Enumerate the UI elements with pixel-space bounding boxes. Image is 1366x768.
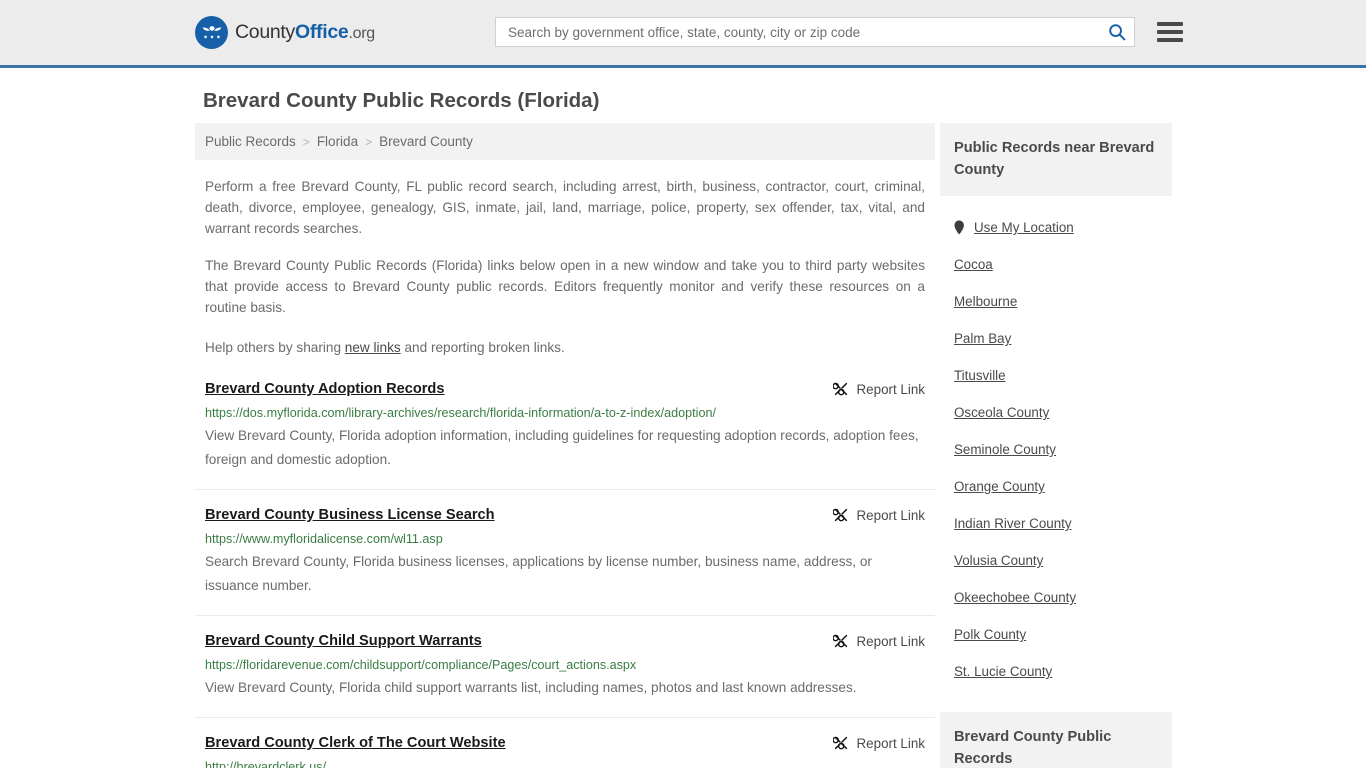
result-header: Brevard County Child Support Warrants Re… — [205, 632, 925, 651]
result-title-link[interactable]: Brevard County Clerk of The Court Websit… — [205, 734, 506, 753]
result-item: Brevard County Adoption Records Report L… — [195, 380, 935, 490]
sidebar-place-link-volusia-county[interactable]: Volusia County — [954, 553, 1043, 568]
hamburger-menu-icon[interactable] — [1157, 22, 1183, 42]
sidebar-nearby-heading: Public Records near Brevard County — [940, 123, 1172, 196]
new-links-link[interactable]: new links — [345, 340, 401, 355]
report-link-button[interactable]: Report Link — [832, 381, 925, 397]
sidebar-place-link-seminole-county[interactable]: Seminole County — [954, 442, 1056, 457]
logo-county-text: County — [235, 21, 295, 43]
help-suffix: and reporting broken links. — [400, 340, 565, 355]
breadcrumb-separator: > — [365, 134, 373, 149]
result-header: Brevard County Adoption Records Report L… — [205, 380, 925, 399]
report-link-label: Report Link — [856, 735, 925, 751]
result-url: http://brevardclerk.us/ — [205, 760, 327, 768]
sidebar-place-link-indian-river-county[interactable]: Indian River County — [954, 516, 1072, 531]
sidebar-place-row[interactable]: Indian River County — [954, 516, 1158, 531]
sidebar-place-link-st-lucie-county[interactable]: St. Lucie County — [954, 664, 1052, 679]
report-link-button[interactable]: Report Link — [832, 507, 925, 523]
result-title-link[interactable]: Brevard County Child Support Warrants — [205, 632, 482, 651]
intro-paragraph-1: Perform a free Brevard County, FL public… — [205, 179, 925, 236]
report-link-button[interactable]: Report Link — [832, 633, 925, 649]
logo-office-text: Office — [295, 21, 349, 43]
breadcrumb-item-public-records[interactable]: Public Records — [205, 134, 296, 149]
sidebar-place-row[interactable]: St. Lucie County — [954, 664, 1158, 679]
hamburger-bar — [1157, 30, 1183, 34]
use-my-location-row[interactable]: Use My Location — [954, 220, 1158, 235]
intro-paragraph-2: The Brevard County Public Records (Flori… — [205, 258, 925, 315]
main-content-column: Public Records > Florida > Brevard Count… — [195, 123, 935, 768]
search-icon[interactable] — [1108, 23, 1126, 41]
breadcrumb-item-brevard-county: Brevard County — [379, 134, 473, 149]
map-pin-icon — [954, 220, 965, 235]
result-description: View Brevard County, Florida adoption in… — [205, 428, 919, 467]
result-description: View Brevard County, Florida child suppo… — [205, 680, 857, 695]
broken-link-icon — [832, 634, 847, 648]
result-url: https://www.myfloridalicense.com/wl11.as… — [205, 532, 443, 546]
report-link-label: Report Link — [856, 507, 925, 523]
sidebar-place-row[interactable]: Cocoa — [954, 257, 1158, 272]
intro-section: Perform a free Brevard County, FL public… — [195, 176, 935, 358]
sidebar-place-row[interactable]: Melbourne — [954, 294, 1158, 309]
sidebar-records-block: Brevard County Public Records Arrest Rec… — [940, 712, 1172, 768]
sidebar-place-row[interactable]: Orange County — [954, 479, 1158, 494]
sidebar-place-link-melbourne[interactable]: Melbourne — [954, 294, 1017, 309]
breadcrumb-item-florida[interactable]: Florida — [317, 134, 358, 149]
sidebar-place-row[interactable]: Polk County — [954, 627, 1158, 642]
sidebar-place-row[interactable]: Seminole County — [954, 442, 1158, 457]
search-input[interactable] — [506, 23, 1108, 41]
site-header: CountyOffice.org — [0, 0, 1366, 68]
eagle-seal-icon — [195, 16, 228, 49]
broken-link-icon — [832, 508, 847, 522]
sidebar-place-link-orange-county[interactable]: Orange County — [954, 479, 1045, 494]
sidebar-place-row[interactable]: Volusia County — [954, 553, 1158, 568]
sidebar-place-link-cocoa[interactable]: Cocoa — [954, 257, 993, 272]
sidebar-place-row[interactable]: Okeechobee County — [954, 590, 1158, 605]
broken-link-icon — [832, 736, 847, 750]
site-logo[interactable]: CountyOffice.org — [195, 16, 375, 49]
page-title: Brevard County Public Records (Florida) — [203, 89, 600, 112]
result-url: https://dos.myflorida.com/library-archiv… — [205, 406, 716, 420]
hamburger-bar — [1157, 22, 1183, 26]
sidebar-place-link-polk-county[interactable]: Polk County — [954, 627, 1026, 642]
help-prefix: Help others by sharing — [205, 340, 345, 355]
sidebar-place-row[interactable]: Palm Bay — [954, 331, 1158, 346]
results-list: Brevard County Adoption Records Report L… — [195, 380, 935, 768]
report-link-label: Report Link — [856, 633, 925, 649]
logo-org-text: .org — [348, 25, 375, 42]
breadcrumb: Public Records > Florida > Brevard Count… — [195, 123, 935, 160]
result-item: Brevard County Child Support Warrants Re… — [195, 632, 935, 718]
result-title-link[interactable]: Brevard County Business License Search — [205, 506, 495, 525]
result-description: Search Brevard County, Florida business … — [205, 554, 872, 593]
sidebar-place-row[interactable]: Titusville — [954, 368, 1158, 383]
sidebar-nearby-links: Use My Location Cocoa Melbourne Palm Bay… — [940, 220, 1172, 679]
result-title-link[interactable]: Brevard County Adoption Records — [205, 380, 444, 399]
result-header: Brevard County Clerk of The Court Websit… — [205, 734, 925, 753]
breadcrumb-separator: > — [302, 134, 310, 149]
help-others-text: Help others by sharing new links and rep… — [205, 337, 925, 358]
hamburger-bar — [1157, 38, 1183, 42]
sidebar-place-link-okeechobee-county[interactable]: Okeechobee County — [954, 590, 1076, 605]
header-search-area — [495, 17, 1183, 47]
report-link-button[interactable]: Report Link — [832, 735, 925, 751]
report-link-label: Report Link — [856, 381, 925, 397]
broken-link-icon — [832, 382, 847, 396]
logo-wordmark: CountyOffice.org — [235, 21, 375, 44]
use-my-location-link[interactable]: Use My Location — [974, 220, 1074, 235]
result-url: https://floridarevenue.com/childsupport/… — [205, 658, 637, 672]
sidebar-place-link-osceola-county[interactable]: Osceola County — [954, 405, 1049, 420]
sidebar-place-link-palm-bay[interactable]: Palm Bay — [954, 331, 1011, 346]
sidebar-records-heading: Brevard County Public Records — [940, 712, 1172, 768]
result-header: Brevard County Business License Search R… — [205, 506, 925, 525]
result-item: Brevard County Business License Search R… — [195, 506, 935, 616]
result-item: Brevard County Clerk of The Court Websit… — [195, 734, 935, 768]
search-box[interactable] — [495, 17, 1135, 47]
sidebar-place-link-titusville[interactable]: Titusville — [954, 368, 1006, 383]
sidebar-place-row[interactable]: Osceola County — [954, 405, 1158, 420]
sidebar: Public Records near Brevard County Use M… — [940, 123, 1172, 768]
